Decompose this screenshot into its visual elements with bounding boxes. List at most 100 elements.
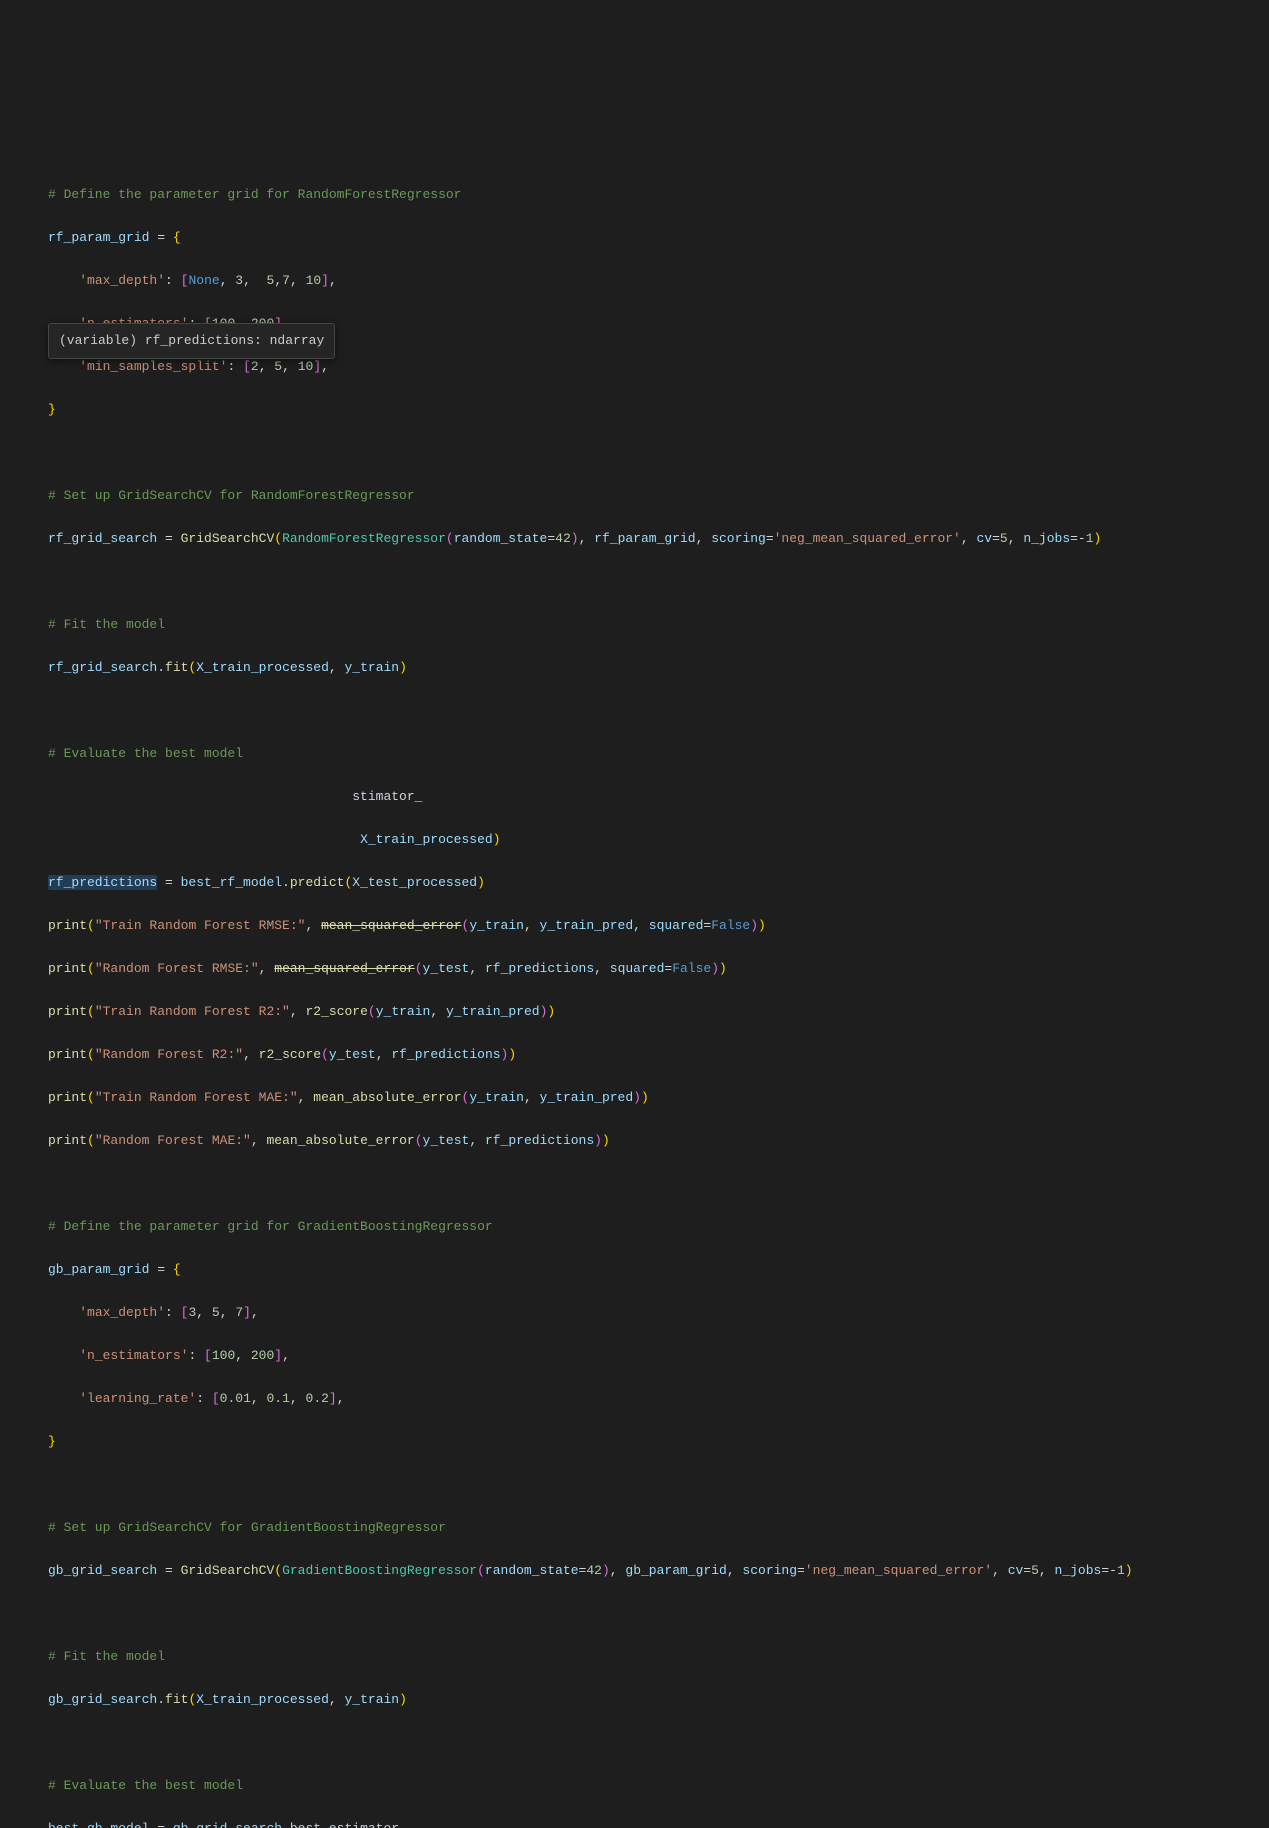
code-line[interactable]: rf_grid_search = GridSearchCV(RandomFore… bbox=[48, 528, 1269, 550]
code-line[interactable]: gb_param_grid = { bbox=[48, 1259, 1269, 1281]
code-line[interactable]: print("Train Random Forest R2:", r2_scor… bbox=[48, 1001, 1269, 1023]
code-line[interactable]: 'max_depth': [3, 5, 7], bbox=[48, 1302, 1269, 1324]
code-line[interactable]: # Evaluate the best model bbox=[48, 1775, 1269, 1797]
identifier: X_train_processed bbox=[196, 660, 329, 675]
code-line[interactable]: 'min_samples_split': [2, 5, 10], bbox=[48, 356, 1269, 378]
call: GridSearchCV bbox=[181, 531, 275, 546]
call: r2_score bbox=[305, 1004, 367, 1019]
kwarg: n_jobs bbox=[1055, 1563, 1102, 1578]
call: fit bbox=[165, 660, 188, 675]
kwarg: cv bbox=[976, 531, 992, 546]
string: 'max_depth' bbox=[79, 273, 165, 288]
identifier: y_train bbox=[344, 1692, 399, 1707]
number: 7 bbox=[235, 1305, 243, 1320]
code-line[interactable]: # Fit the model bbox=[48, 1646, 1269, 1668]
code-line[interactable]: 'learning_rate': [0.01, 0.1, 0.2], bbox=[48, 1388, 1269, 1410]
number: 1 bbox=[1086, 531, 1094, 546]
deprecated-call: mean_squared_error bbox=[274, 961, 414, 976]
operator: = bbox=[149, 230, 172, 245]
constant: False bbox=[711, 918, 750, 933]
identifier: y_train_pred bbox=[540, 1090, 634, 1105]
string: 'n_estimators' bbox=[79, 1348, 188, 1363]
number: 5 bbox=[1000, 531, 1008, 546]
attribute: best_estimator_ bbox=[290, 1821, 407, 1828]
brace: { bbox=[173, 1262, 181, 1277]
call: print bbox=[48, 1090, 87, 1105]
call: fit bbox=[165, 1692, 188, 1707]
code-line[interactable]: } bbox=[48, 399, 1269, 421]
code-line[interactable]: # Define the parameter grid for Gradient… bbox=[48, 1216, 1269, 1238]
number: 1 bbox=[1117, 1563, 1125, 1578]
code-line[interactable]: 'max_depth': [None, 3, 5,7, 10], bbox=[48, 270, 1269, 292]
number: 0.1 bbox=[267, 1391, 290, 1406]
code-line[interactable]: gb_grid_search = GridSearchCV(GradientBo… bbox=[48, 1560, 1269, 1582]
code-line[interactable] bbox=[48, 1732, 1269, 1754]
code-line[interactable]: # Evaluate the best model bbox=[48, 743, 1269, 765]
code-line[interactable]: rf_param_grid = { bbox=[48, 227, 1269, 249]
string: 'neg_mean_squared_error' bbox=[805, 1563, 992, 1578]
code-line[interactable] bbox=[48, 1474, 1269, 1496]
code-line[interactable]: # Define the parameter grid for RandomFo… bbox=[48, 184, 1269, 206]
code-line[interactable]: print("Random Forest RMSE:", mean_square… bbox=[48, 958, 1269, 980]
comment: # Fit the model bbox=[48, 1649, 165, 1664]
comment: # Define the parameter grid for Gradient… bbox=[48, 1219, 493, 1234]
code-line[interactable]: # Set up GridSearchCV for RandomForestRe… bbox=[48, 485, 1269, 507]
code-line[interactable]: rf_predictions = best_rf_model.predict(X… bbox=[48, 872, 1269, 894]
identifier: gb_grid_search bbox=[48, 1563, 157, 1578]
code-editor[interactable]: # Define the parameter grid for RandomFo… bbox=[48, 163, 1269, 1828]
code-line[interactable]: X_train_processed) bbox=[48, 829, 1269, 851]
code-line[interactable] bbox=[48, 700, 1269, 722]
identifier: y_train_pred bbox=[540, 918, 634, 933]
identifier: X_train_processed bbox=[360, 832, 493, 847]
number: 200 bbox=[251, 1348, 274, 1363]
code-line[interactable]: stimator_ bbox=[48, 786, 1269, 808]
hover-tooltip: (variable) rf_predictions: ndarray bbox=[48, 323, 335, 359]
comment: # Define the parameter grid for RandomFo… bbox=[48, 187, 461, 202]
string: "Train Random Forest RMSE:" bbox=[95, 918, 306, 933]
call: print bbox=[48, 1004, 87, 1019]
string: 'max_depth' bbox=[79, 1305, 165, 1320]
identifier: y_test bbox=[329, 1047, 376, 1062]
call: mean_absolute_error bbox=[313, 1090, 461, 1105]
deprecated-call: mean_squared_error bbox=[321, 918, 461, 933]
kwarg: scoring bbox=[711, 531, 766, 546]
identifier: rf_param_grid bbox=[48, 230, 149, 245]
number: 10 bbox=[306, 273, 322, 288]
code-line[interactable]: } bbox=[48, 1431, 1269, 1453]
code-line[interactable] bbox=[48, 571, 1269, 593]
kwarg: squared bbox=[649, 918, 704, 933]
identifier-hover: rf_predictions bbox=[48, 875, 157, 890]
comment: # Evaluate the best model bbox=[48, 1778, 243, 1793]
code-line[interactable]: 'n_estimators': [100, 200], bbox=[48, 1345, 1269, 1367]
identifier: rf_param_grid bbox=[594, 531, 695, 546]
code-line[interactable] bbox=[48, 442, 1269, 464]
number: 5 bbox=[1031, 1563, 1039, 1578]
code-line[interactable]: print("Random Forest MAE:", mean_absolut… bbox=[48, 1130, 1269, 1152]
code-line[interactable]: best_gb_model = gb_grid_search.best_esti… bbox=[48, 1818, 1269, 1828]
string: 'neg_mean_squared_error' bbox=[774, 531, 961, 546]
code-line[interactable]: # Fit the model bbox=[48, 614, 1269, 636]
code-line[interactable] bbox=[48, 1173, 1269, 1195]
code-line[interactable]: gb_grid_search.fit(X_train_processed, y_… bbox=[48, 1689, 1269, 1711]
comment: # Fit the model bbox=[48, 617, 165, 632]
code-line[interactable] bbox=[48, 1603, 1269, 1625]
kwarg: n_jobs bbox=[1023, 531, 1070, 546]
code-line[interactable]: print("Train Random Forest RMSE:", mean_… bbox=[48, 915, 1269, 937]
call: mean_absolute_error bbox=[266, 1133, 414, 1148]
identifier: gb_grid_search bbox=[173, 1821, 282, 1828]
identifier: X_test_processed bbox=[352, 875, 477, 890]
identifier: y_train bbox=[469, 1090, 524, 1105]
code-line[interactable]: rf_grid_search.fit(X_train_processed, y_… bbox=[48, 657, 1269, 679]
call: print bbox=[48, 1133, 87, 1148]
comment: # Set up GridSearchCV for GradientBoosti… bbox=[48, 1520, 446, 1535]
identifier: rf_grid_search bbox=[48, 660, 157, 675]
code-line[interactable]: print("Random Forest R2:", r2_score(y_te… bbox=[48, 1044, 1269, 1066]
code-line[interactable]: # Set up GridSearchCV for GradientBoosti… bbox=[48, 1517, 1269, 1539]
string: "Random Forest R2:" bbox=[95, 1047, 243, 1062]
string: 'min_samples_split' bbox=[79, 359, 227, 374]
kwarg: random_state bbox=[454, 531, 548, 546]
identifier: rf_predictions bbox=[485, 961, 594, 976]
number: 42 bbox=[586, 1563, 602, 1578]
code-line[interactable]: print("Train Random Forest MAE:", mean_a… bbox=[48, 1087, 1269, 1109]
call: predict bbox=[290, 875, 345, 890]
